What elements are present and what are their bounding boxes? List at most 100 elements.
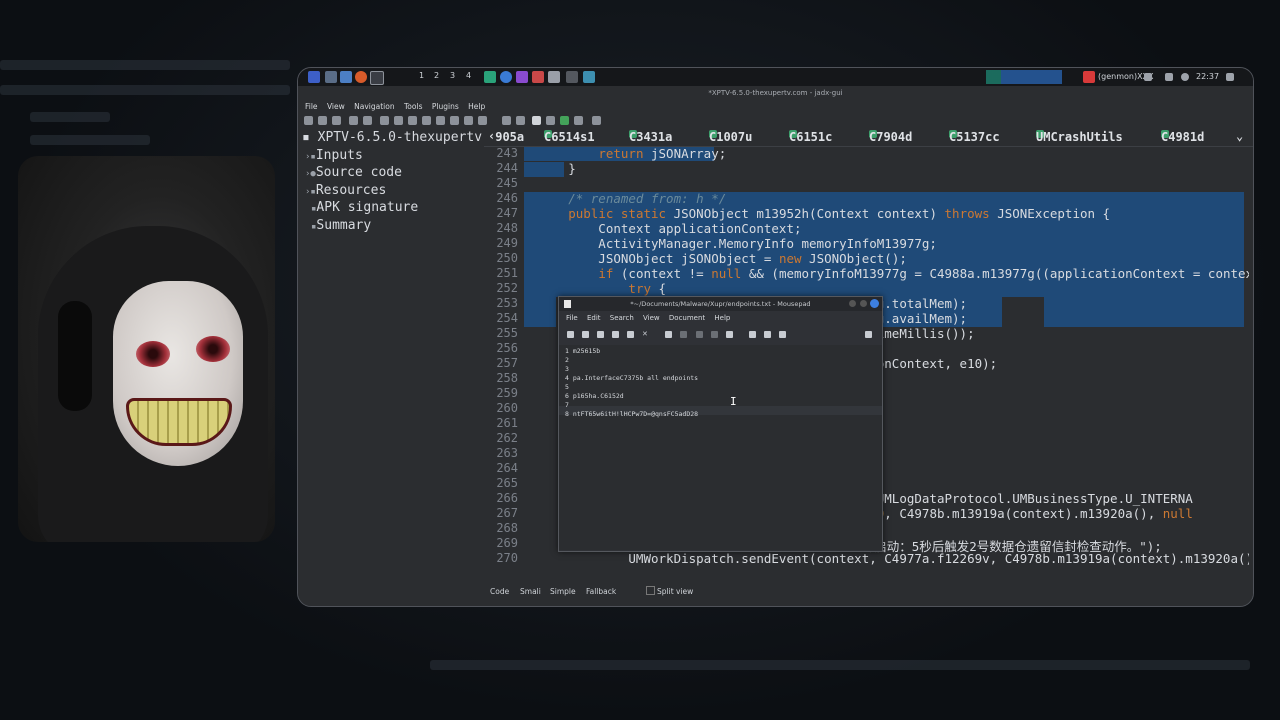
new-icon[interactable] xyxy=(567,331,574,338)
workspace-1[interactable]: 1 xyxy=(419,71,424,80)
maximize-button[interactable] xyxy=(860,300,867,307)
sync-icon[interactable] xyxy=(380,116,389,125)
forward-icon[interactable] xyxy=(516,116,525,125)
menu-plugins[interactable]: Plugins xyxy=(432,102,459,111)
notification-icon[interactable] xyxy=(1165,73,1173,81)
class-search-icon[interactable] xyxy=(422,116,431,125)
new-window-icon[interactable] xyxy=(582,331,589,338)
split-view-checkbox[interactable] xyxy=(646,586,655,595)
terminal-icon[interactable] xyxy=(325,71,337,83)
mp-menu-edit[interactable]: Edit xyxy=(587,314,601,322)
layout-icon[interactable] xyxy=(546,116,555,125)
volume-icon[interactable] xyxy=(1144,73,1152,81)
paste-icon[interactable] xyxy=(726,331,733,338)
code-line: UMWorkDispatch.sendEvent(context, C4977a… xyxy=(508,551,1249,566)
menu-navigation[interactable]: Navigation xyxy=(354,102,394,111)
workspace-3[interactable]: 3 xyxy=(450,71,455,80)
menu-help[interactable]: Help xyxy=(468,102,485,111)
bottom-tab-code[interactable]: Code xyxy=(490,587,509,596)
bottom-tab-fallback[interactable]: Fallback xyxy=(586,587,616,596)
tab-905a[interactable]: ‹ 905a xyxy=(488,129,524,144)
debug-icon[interactable] xyxy=(574,116,583,125)
code-line: /* renamed from: h */ xyxy=(508,191,727,206)
code-line: Context applicationContext; xyxy=(508,221,802,236)
power-icon[interactable] xyxy=(1181,73,1189,81)
browser-icon[interactable] xyxy=(355,71,367,83)
copy-icon[interactable] xyxy=(711,331,718,338)
editor-icon[interactable] xyxy=(370,71,384,85)
close-button[interactable] xyxy=(870,299,879,308)
files-icon[interactable] xyxy=(340,71,352,83)
menu-tools[interactable]: Tools xyxy=(404,102,422,111)
close-tab-icon[interactable]: ✕ xyxy=(642,331,649,338)
home-icon[interactable] xyxy=(450,116,459,125)
chromium-icon[interactable] xyxy=(500,71,512,83)
add-file-icon[interactable] xyxy=(318,116,327,125)
undo-icon[interactable] xyxy=(665,331,672,338)
fullscreen-icon[interactable] xyxy=(865,331,872,338)
mp-menu-help[interactable]: Help xyxy=(714,314,730,322)
workspace-2[interactable]: 2 xyxy=(434,71,439,80)
tree-item-inputs[interactable]: ›▪Inputs xyxy=(305,148,363,163)
usage-icon[interactable] xyxy=(436,116,445,125)
cut-icon[interactable] xyxy=(696,331,703,338)
tree-item-resources[interactable]: ›▪Resources xyxy=(305,183,386,198)
mask-eye-right xyxy=(196,336,230,362)
tree-item-source-code[interactable]: ›●Source code xyxy=(305,165,402,180)
tree-item-label: Summary xyxy=(316,218,372,233)
open-icon[interactable] xyxy=(597,331,604,338)
mousepad-text-area[interactable]: 1 m25615b 2 3 4 pa.InterfaceC7375b all en… xyxy=(559,345,882,550)
log-icon[interactable] xyxy=(532,116,541,125)
bookmark-icon[interactable] xyxy=(464,116,473,125)
app-icon[interactable] xyxy=(548,71,560,83)
run-icon[interactable] xyxy=(560,116,569,125)
goto-icon[interactable] xyxy=(779,331,786,338)
mp-menu-document[interactable]: Document xyxy=(669,314,705,322)
minimize-button[interactable] xyxy=(849,300,856,307)
toolbar xyxy=(298,113,1253,128)
launcher-icon[interactable] xyxy=(484,71,496,83)
open-icon[interactable] xyxy=(304,116,313,125)
mp-menu-search[interactable]: Search xyxy=(610,314,634,322)
reload-icon[interactable] xyxy=(349,116,358,125)
tree-item-apk-signature[interactable]: ▪APK signature xyxy=(311,200,418,215)
redo-icon[interactable] xyxy=(680,331,687,338)
flatten-icon[interactable] xyxy=(394,116,403,125)
find-icon[interactable] xyxy=(478,116,487,125)
panel-menu-icon[interactable] xyxy=(1226,73,1234,81)
app-icon[interactable] xyxy=(516,71,528,83)
find-icon[interactable] xyxy=(749,331,756,338)
app-icon[interactable] xyxy=(566,71,578,83)
tree-item-label: Inputs xyxy=(315,148,363,163)
mousepad-line: 5 xyxy=(565,383,573,391)
background-blur-line xyxy=(30,135,150,145)
search-icon[interactable] xyxy=(408,116,417,125)
export-icon[interactable] xyxy=(363,116,372,125)
app-icon[interactable] xyxy=(532,71,544,83)
mousepad-title: *~/Documents/Malware/Xupr/endpoints.txt … xyxy=(559,297,882,311)
tree-item-label: APK signature xyxy=(316,200,419,215)
workspace-4[interactable]: 4 xyxy=(466,71,471,80)
menu-bar: File View Navigation Tools Plugins Help xyxy=(298,101,1253,113)
tab-label: C6514s1 xyxy=(544,130,595,144)
settings-icon[interactable] xyxy=(592,116,601,125)
mp-menu-view[interactable]: View xyxy=(643,314,660,322)
save-as-icon[interactable] xyxy=(627,331,634,338)
bottom-tab-smali[interactable]: Smali xyxy=(520,587,541,596)
app-icon[interactable] xyxy=(583,71,595,83)
mousepad-toolbar: ✕ xyxy=(559,329,882,341)
bottom-tab-simple[interactable]: Simple xyxy=(550,587,576,596)
save-icon[interactable] xyxy=(612,331,619,338)
tree-item-label: Source code xyxy=(315,165,402,180)
background-blur-line xyxy=(430,660,1250,670)
tree-item-summary[interactable]: ▪Summary xyxy=(311,218,371,233)
menu-view[interactable]: View xyxy=(327,102,345,111)
menu-file[interactable]: File xyxy=(305,102,318,111)
tree-root[interactable]: ▪ XPTV-6.5.0-thexupertv xyxy=(302,130,482,145)
tabs-dropdown-icon[interactable]: ⌄ xyxy=(1236,129,1243,143)
back-icon[interactable] xyxy=(502,116,511,125)
app-menu-icon[interactable] xyxy=(308,71,320,83)
save-icon[interactable] xyxy=(332,116,341,125)
mp-menu-file[interactable]: File xyxy=(566,314,578,322)
find-replace-icon[interactable] xyxy=(764,331,771,338)
